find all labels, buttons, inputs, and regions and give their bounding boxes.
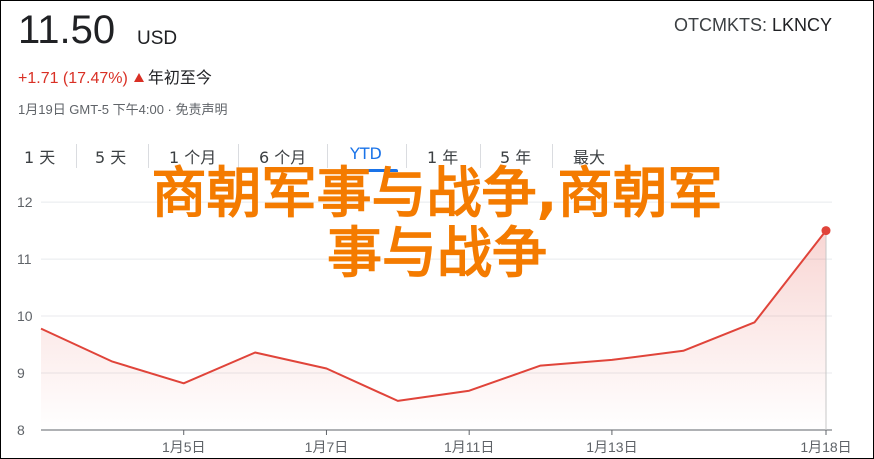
currency-label: USD	[137, 28, 178, 49]
y-tick-label: 8	[17, 422, 25, 438]
x-tick-label: 1月13日	[586, 439, 637, 455]
change-value: +1.71 (17.47%)	[18, 70, 128, 87]
y-tick-label: 11	[17, 251, 32, 267]
price-change: +1.71 (17.47%) 年初至今	[18, 64, 212, 88]
x-tick-label: 1月5日	[162, 439, 206, 455]
active-tab-indicator	[340, 169, 398, 172]
tab-divider	[76, 144, 77, 168]
area-fill	[41, 230, 826, 430]
price-chart[interactable]: 8 9 10 11 12 1月5日 1月7日 1月11日 1月13日 1月18日	[0, 185, 874, 459]
change-period: 年初至今	[147, 70, 212, 87]
x-tick-label: 1月11日	[444, 439, 494, 455]
arrow-up-icon	[133, 73, 144, 82]
symbol-label: LKNCY	[771, 15, 832, 35]
tab-ytd[interactable]: YTD	[350, 144, 382, 163]
current-point-marker	[821, 226, 831, 236]
tab-max[interactable]: 最大	[573, 144, 605, 168]
current-price: 11.50	[18, 8, 116, 52]
tab-divider	[480, 144, 481, 168]
tab-6m[interactable]: 6 个月	[259, 144, 306, 168]
y-tick-label: 12	[17, 194, 33, 210]
x-tick-label: 1月7日	[305, 439, 349, 455]
tab-divider	[238, 144, 239, 168]
tab-1y[interactable]: 1 年	[427, 144, 458, 168]
tab-divider	[406, 144, 407, 168]
y-tick-label: 9	[17, 365, 25, 381]
tab-5y[interactable]: 5 年	[500, 144, 531, 168]
x-tick-label: 1月18日	[800, 439, 851, 455]
exchange-label: OTCMKTS:	[673, 15, 772, 35]
tab-divider	[327, 144, 328, 168]
timestamp-disclaimer[interactable]: 1月19日 GMT-5 下午4:00 · 免责声明	[18, 99, 228, 118]
y-tick-label: 10	[17, 308, 33, 324]
tab-1d[interactable]: 1 天	[24, 144, 55, 168]
tab-1m[interactable]: 1 个月	[169, 144, 216, 168]
tab-divider	[148, 144, 149, 168]
range-tabs: 1 天 5 天 1 个月 6 个月 YTD 1 年 5 年 最大	[0, 140, 874, 172]
tab-5d[interactable]: 5 天	[95, 144, 126, 168]
tab-divider	[552, 144, 553, 168]
ticker-label: OTCMKTS: LKNCY	[674, 15, 832, 36]
